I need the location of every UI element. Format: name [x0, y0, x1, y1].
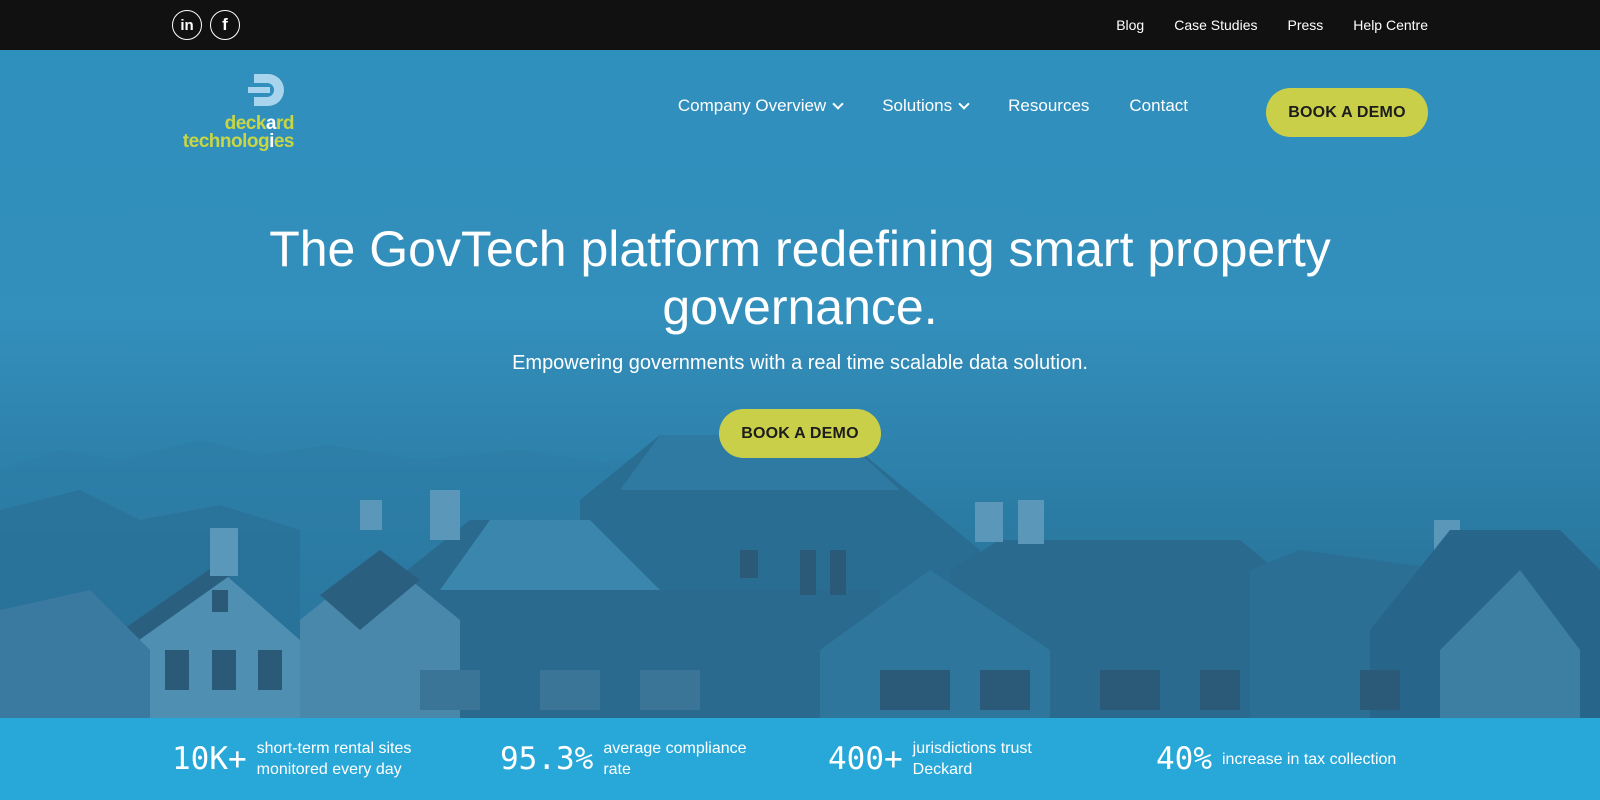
deckard-logo[interactable]: deckard technologies — [172, 72, 296, 152]
chevron-down-icon — [832, 97, 844, 110]
nav-company-overview-label: Company Overview — [677, 96, 827, 115]
stat-description-line1: average compliance — [603, 740, 747, 757]
utility-link-help-centre[interactable]: Help Centre — [1353, 17, 1428, 33]
utility-link-case-studies[interactable]: Case Studies — [1174, 17, 1257, 33]
stat-description-line2: rate — [603, 761, 631, 778]
stat-item: 400+ jurisdictions trust Deckard — [828, 718, 1032, 800]
logo-text-part: es — [273, 131, 295, 152]
top-utility-bar: in f Blog Case Studies Press Help Centre — [0, 0, 1600, 50]
linkedin-icon[interactable]: in — [172, 10, 202, 40]
hero-headline: The GovTech platform redefining smart pr… — [200, 220, 1400, 336]
linkedin-glyph: in — [180, 16, 194, 34]
stats-bar: 10K+ short-term rental sites monitored ev… — [0, 718, 1600, 800]
nav-resources[interactable]: Resources — [1008, 96, 1089, 116]
deckard-logo-mark-icon — [248, 74, 284, 106]
stat-description: short-term rental sites monitored every d… — [257, 738, 412, 780]
stat-item: 95.3% average compliance rate — [500, 718, 747, 800]
logo-wordmark-line2: technologies — [182, 131, 295, 152]
hero-subheadline: Empowering governments with a real time … — [512, 352, 1088, 374]
stat-value: 95.3% — [500, 741, 594, 777]
nav-solutions[interactable]: Solutions — [882, 96, 970, 116]
utility-link-press[interactable]: Press — [1288, 17, 1324, 33]
stat-item: 10K+ short-term rental sites monitored ev… — [172, 718, 411, 800]
book-demo-button-hero[interactable]: BOOK A DEMO — [719, 409, 881, 458]
stat-description-line2: monitored every day — [256, 761, 402, 778]
hero-headline-line1: The GovTech platform redefining smart pr… — [269, 221, 1331, 277]
hero-section: deckard technologies Company Overview So… — [0, 50, 1600, 718]
main-nav: Company Overview Solutions Resources Con… — [678, 88, 1188, 124]
nav-company-overview[interactable]: Company Overview — [677, 96, 844, 116]
book-demo-button-header[interactable]: BOOK A DEMO — [1266, 88, 1428, 137]
utility-link-blog[interactable]: Blog — [1116, 17, 1144, 33]
stat-value: 400+ — [828, 741, 903, 777]
stat-description-line1: short-term rental sites — [256, 740, 412, 757]
stat-description-line1: increase in tax collection — [1222, 750, 1397, 768]
facebook-icon[interactable]: f — [210, 10, 240, 40]
logo-text-part: technolog — [182, 131, 270, 152]
stat-description-line1: jurisdictions trust — [912, 740, 1032, 757]
nav-contact[interactable]: Contact — [1129, 96, 1188, 116]
stat-item: 40% increase in tax collection — [1156, 718, 1396, 800]
chevron-down-icon — [958, 97, 970, 110]
stat-description: jurisdictions trust Deckard — [913, 738, 1032, 780]
stat-description-line2: Deckard — [912, 761, 973, 778]
stat-description: average compliance rate — [603, 738, 746, 780]
utility-nav: Blog Case Studies Press Help Centre — [1116, 0, 1428, 50]
stat-value: 40% — [1156, 741, 1212, 777]
stat-description: increase in tax collection — [1222, 749, 1396, 770]
nav-solutions-label: Solutions — [882, 96, 953, 115]
stat-value: 10K+ — [172, 741, 247, 777]
hero-headline-line2: governance. — [662, 279, 938, 335]
facebook-glyph: f — [222, 15, 228, 34]
